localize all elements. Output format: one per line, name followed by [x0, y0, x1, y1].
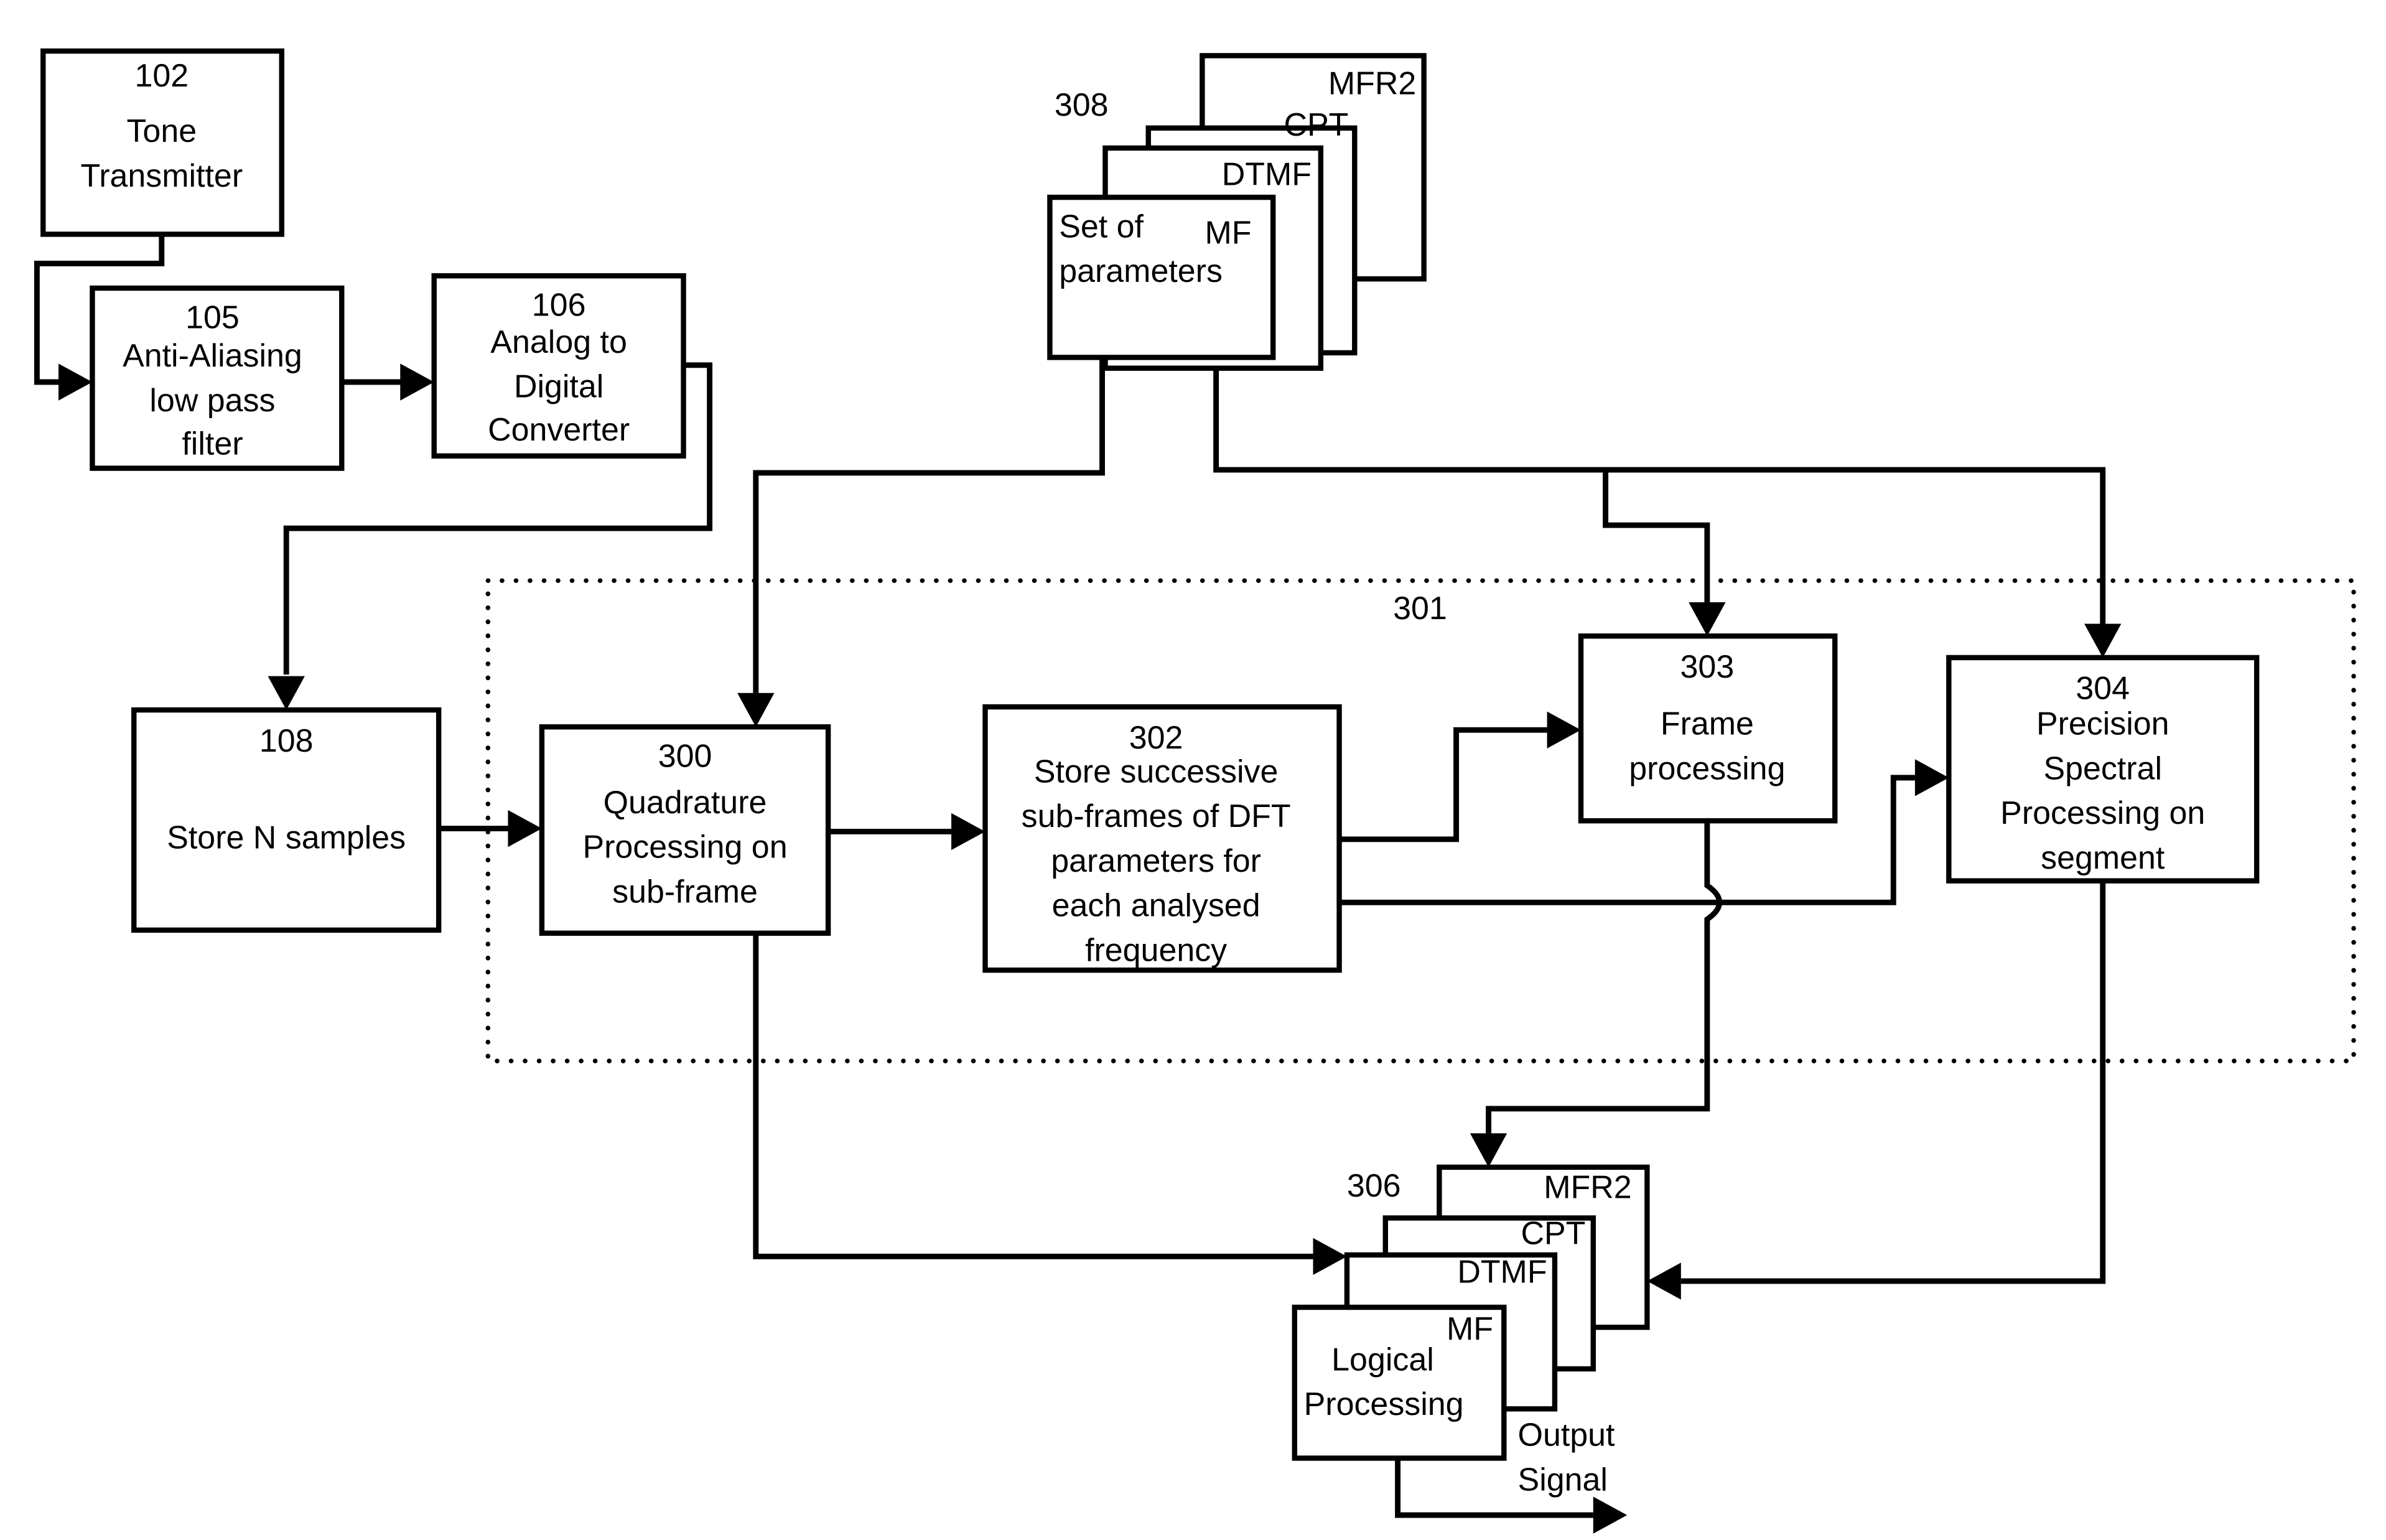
logic-card-front-line-1: Logical: [1331, 1342, 1434, 1378]
block-105[interactable]: 105Anti-Aliasing low pass filter: [90, 285, 345, 471]
logic-card-mf-label: MF: [1447, 1311, 1493, 1347]
logic-card-front-line-2: Processing: [1304, 1386, 1464, 1422]
arrowhead-output: [1593, 1496, 1628, 1534]
wire-302-to-303: [1339, 727, 1547, 842]
block-108[interactable]: 108 Store N samples: [131, 707, 442, 933]
block-number: 300: [658, 739, 712, 775]
param-card-cpt-label: CPT: [1284, 107, 1349, 143]
group-301-label: 301: [1393, 590, 1447, 627]
block-label-line: Spectral: [2043, 750, 2162, 786]
param-card-mf-label: MF: [1205, 215, 1252, 251]
block-302[interactable]: 302Store successive sub-frames of DFT para…: [982, 704, 1342, 973]
wire-303-to-306: [1486, 821, 1723, 1134]
block-label-line: sub-frames of DFT: [1022, 798, 1291, 834]
block-label-line: Precision: [2036, 706, 2169, 742]
param-card-front-line-2: parameters: [1059, 253, 1223, 289]
output-signal-label-1: Output: [1518, 1417, 1615, 1454]
wire-308-to-304: [1213, 357, 2106, 624]
arrowhead-306-top: [1470, 1133, 1508, 1167]
arrowhead-306-right: [1647, 1262, 1681, 1300]
block-number: 302: [1129, 720, 1183, 756]
block-102[interactable]: 102 Tone Transmitter: [40, 48, 284, 237]
block-label-line: frequency: [1085, 932, 1227, 968]
wire-304-to-306: [1680, 880, 2106, 1284]
block-number: 303: [1680, 649, 1735, 685]
param-card-mfr2-label: MFR2: [1328, 65, 1416, 101]
arrowhead-300: [508, 810, 542, 847]
signal-detection-block-diagram: 301 308 MFR2 CPT DTMF MF Set of paramete…: [34, 48, 2356, 1534]
logic-card-dtmf-label: DTMF: [1457, 1254, 1547, 1290]
block-label-line: Analog to: [490, 324, 627, 360]
arrowhead-302: [951, 813, 986, 851]
block-label-line: Tone: [126, 113, 197, 149]
block-label-line: Transmitter: [80, 158, 243, 194]
block-label-line: processing: [1629, 750, 1785, 786]
block-label-line: parameters for: [1051, 843, 1261, 879]
arrowhead-106: [400, 363, 434, 401]
wire-300-to-306: [753, 933, 1313, 1259]
block-label-line: Store N samples: [167, 820, 406, 856]
block-label-line: sub-frame: [612, 874, 758, 910]
arrowhead-304-left: [1914, 759, 1949, 796]
block-label-line: Frame: [1661, 706, 1754, 742]
block-label-line: filter: [182, 426, 243, 462]
block-number: 108: [259, 723, 314, 759]
block-number: 304: [2076, 671, 2130, 707]
logic-card-mfr2-label: MFR2: [1544, 1169, 1631, 1205]
block-300[interactable]: 300 Quadrature Processing on sub-frame: [539, 724, 831, 936]
output-signal-label-2: Signal: [1518, 1462, 1608, 1498]
block-304[interactable]: 304Precision Spectral Processing on segment: [1946, 655, 2260, 884]
block-label-line: Digital: [514, 369, 603, 405]
stack-308-label: 308: [1055, 87, 1109, 123]
param-card-dtmf-label: DTMF: [1222, 156, 1312, 192]
block-106[interactable]: 106Analog to Digital Converter: [431, 273, 686, 459]
arrowhead-306-left: [1313, 1238, 1347, 1276]
wire-308-to-300: [753, 357, 1105, 693]
block-label-line: each analysed: [1052, 888, 1261, 924]
arrowhead-303: [1689, 602, 1726, 637]
block-label-line: Store successive: [1034, 754, 1279, 790]
block-label-line: segment: [2041, 840, 2165, 876]
stack-306-label: 306: [1347, 1168, 1401, 1204]
logic-card-cpt-label: CPT: [1521, 1216, 1586, 1252]
parameter-set-stack-308: 308 MFR2 CPT DTMF MF Set of parameters: [1047, 53, 1427, 371]
arrowhead-303-left: [1547, 711, 1581, 749]
block-label-line: Processing on: [2000, 795, 2205, 831]
block-303[interactable]: 303 Frame processing: [1578, 633, 1838, 824]
block-number: 106: [532, 287, 586, 324]
block-label-line: Processing on: [582, 829, 787, 866]
arrowhead-300-top: [737, 693, 775, 727]
param-card-front-line-1: Set of: [1059, 208, 1144, 245]
arrowhead-105: [58, 363, 93, 401]
block-label-line: Quadrature: [603, 785, 767, 821]
block-number: 102: [134, 58, 189, 94]
block-label-line: Converter: [488, 412, 630, 448]
arrowhead-304: [2084, 623, 2122, 658]
block-label-line: Anti-Aliasing: [123, 338, 302, 374]
block-label-line: low pass: [149, 383, 275, 419]
block-number: 105: [185, 299, 240, 335]
logical-processing-stack-306: 306 MFR2 CPT DTMF MF Logical Processing …: [1292, 1164, 1650, 1498]
arrowhead-108: [268, 676, 305, 711]
